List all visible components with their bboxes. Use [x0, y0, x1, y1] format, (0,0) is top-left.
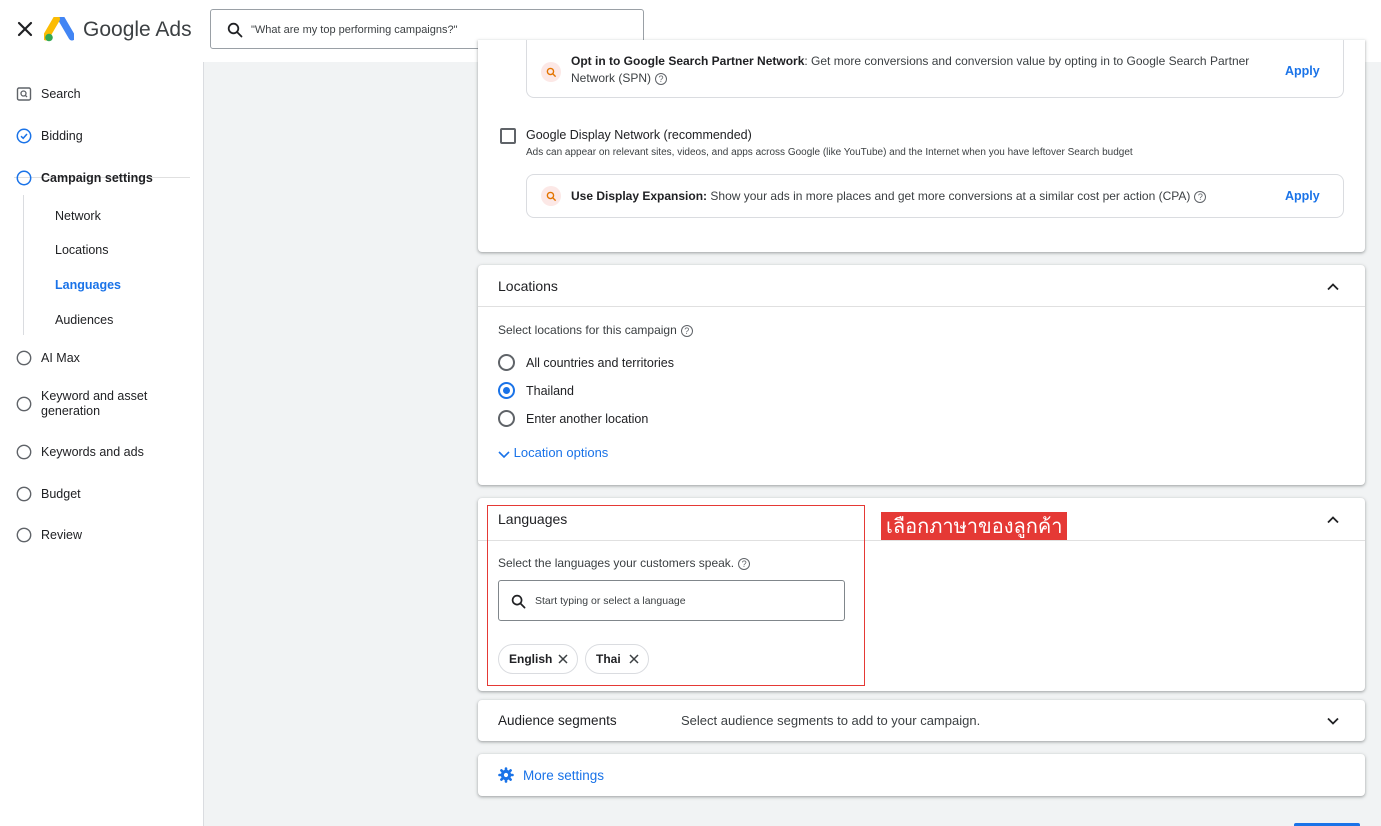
sub-nav-line — [23, 195, 24, 335]
sidebar-item-label: Keywords and ads — [41, 444, 144, 459]
chevron-up-icon[interactable] — [1326, 513, 1340, 527]
help-icon[interactable]: ? — [680, 324, 693, 337]
spn-desc-2: Network (SPN) — [571, 71, 652, 85]
apply-spn-button[interactable]: Apply — [1285, 64, 1320, 78]
search-icon — [541, 62, 561, 82]
locations-prompt-text: Select locations for this campaign — [498, 323, 677, 337]
spn-title: Opt in to Google Search Partner Network — [571, 54, 805, 68]
more-settings-label: More settings — [523, 768, 605, 783]
help-icon[interactable]: ? — [1194, 190, 1207, 203]
help-icon[interactable]: ? — [655, 72, 668, 85]
audience-segments-card[interactable]: Audience segments Select audience segmen… — [478, 700, 1365, 741]
chevron-up-icon[interactable] — [1326, 280, 1340, 294]
locations-card: Locations Select locations for this camp… — [478, 265, 1365, 485]
location-options-toggle[interactable]: Location options — [498, 445, 608, 460]
search-box-icon — [16, 87, 32, 101]
check-circle-icon — [16, 128, 32, 144]
search-icon — [541, 186, 561, 206]
chevron-down-icon — [498, 450, 510, 458]
sidebar-subitem-languages[interactable]: Languages — [55, 278, 121, 292]
sidebar-item-budget[interactable]: Budget — [0, 485, 204, 503]
search-input[interactable] — [251, 18, 631, 42]
radio-label-another-location: Enter another location — [526, 412, 649, 426]
divider — [478, 306, 1365, 307]
locations-prompt: Select locations for this campaign? — [498, 323, 693, 337]
sidebar-subitem-locations[interactable]: Locations — [55, 243, 109, 257]
sidebar-item-label: AI Max — [41, 350, 80, 365]
sidebar-item-review[interactable]: Review — [0, 526, 204, 544]
sidebar-item-bidding[interactable]: Bidding — [0, 127, 204, 145]
more-settings-card[interactable]: More settings — [478, 754, 1365, 796]
chevron-down-icon[interactable] — [1326, 714, 1340, 728]
circle-icon — [16, 350, 32, 366]
sidebar-item-label: Search — [41, 86, 81, 101]
radio-label-thailand: Thailand — [526, 384, 574, 398]
radio-all-countries[interactable] — [498, 354, 515, 371]
sidebar-item-label: Campaign settings — [41, 170, 153, 185]
sidebar-item-keywords-ads[interactable]: Keywords and ads — [0, 443, 204, 461]
close-icon[interactable] — [14, 18, 36, 40]
google-ads-logo-icon — [44, 17, 74, 42]
spn-desc: : Get more conversions and conversion va… — [804, 54, 1250, 68]
sidebar-item-label: Bidding — [41, 128, 83, 143]
annotation-label: เลือกภาษาของลูกค้า — [881, 512, 1068, 540]
spn-recommendation: Opt in to Google Search Partner Network:… — [526, 40, 1344, 98]
sidebar-item-ai-max[interactable]: AI Max — [0, 349, 204, 367]
circle-icon — [16, 444, 32, 460]
sidebar-item-label: Review — [41, 527, 82, 542]
radio-another-location[interactable] — [498, 410, 515, 427]
sidebar-item-keyword-asset-generation[interactable]: Keyword and asset generation — [0, 388, 204, 420]
location-options-label: Location options — [513, 445, 609, 460]
gdn-label: Google Display Network (recommended) — [526, 128, 752, 142]
radio-thailand[interactable] — [498, 382, 515, 399]
sidebar-item-label: Budget — [41, 486, 81, 501]
sidebar-subitem-network[interactable]: Network — [55, 209, 101, 223]
display-expansion-text: Use Display Expansion: Show your ads in … — [571, 188, 1271, 205]
sidebar-item-label: Keyword and asset generation — [41, 389, 148, 418]
display-expansion-recommendation: Use Display Expansion: Show your ads in … — [526, 174, 1344, 218]
sidebar-item-search[interactable]: Search — [0, 85, 204, 103]
gdn-description: Ads can appear on relevant sites, videos… — [526, 147, 1133, 158]
audience-description: Select audience segments to add to your … — [681, 713, 981, 728]
search-icon — [227, 22, 243, 38]
audience-title: Audience segments — [498, 713, 617, 728]
apply-display-button[interactable]: Apply — [1285, 189, 1320, 203]
gear-icon — [498, 767, 514, 783]
gdn-checkbox[interactable] — [500, 128, 516, 144]
display-expansion-desc: Show your ads in more places and get mor… — [710, 189, 1191, 203]
circle-icon — [16, 527, 32, 543]
annotation-highlight-box — [487, 505, 865, 686]
circle-icon — [16, 486, 32, 502]
spn-text: Opt in to Google Search Partner Network:… — [571, 53, 1271, 87]
circle-icon — [16, 170, 32, 186]
locations-title: Locations — [498, 278, 558, 294]
sidebar-subitem-audiences[interactable]: Audiences — [55, 313, 113, 327]
sidebar-item-campaign-settings[interactable]: Campaign settings — [0, 169, 204, 187]
network-card: Opt in to Google Search Partner Network:… — [478, 40, 1365, 252]
circle-icon — [16, 396, 32, 412]
sidebar: Search Bidding Campaign settings Network… — [0, 62, 204, 826]
radio-label-all-countries: All countries and territories — [526, 356, 674, 370]
display-expansion-title: Use Display Expansion: — [571, 189, 708, 203]
app-brand: Google Ads — [83, 18, 192, 41]
